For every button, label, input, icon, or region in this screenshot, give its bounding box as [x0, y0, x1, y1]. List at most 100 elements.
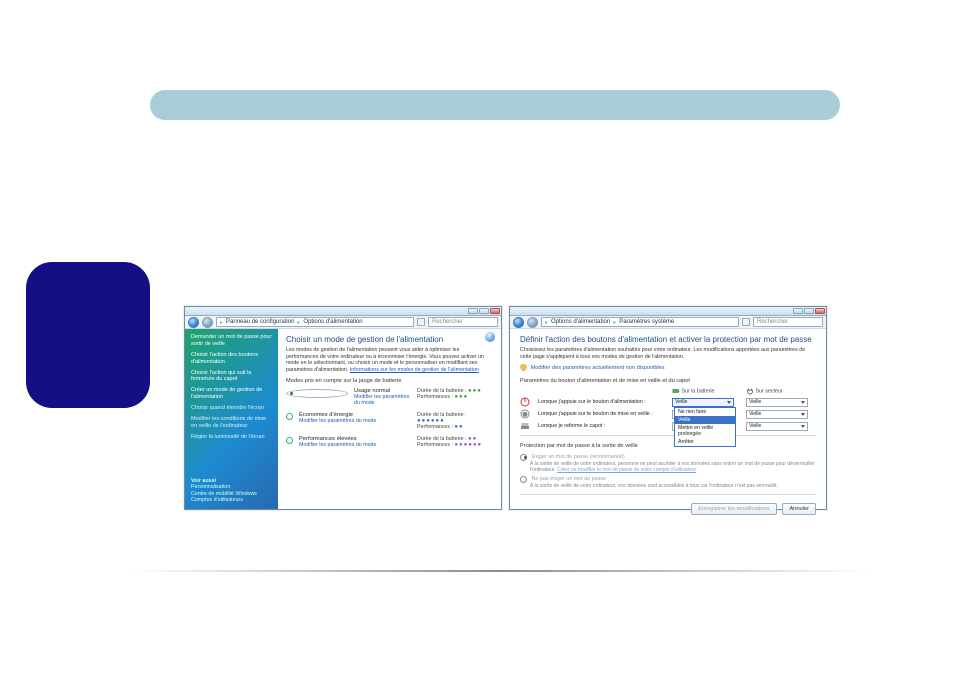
content-pane: Choisir un mode de gestion de l'alimenta…: [278, 329, 501, 509]
sidebar-item[interactable]: Choisir quand éteindre l'écran: [191, 405, 272, 412]
help-icon[interactable]: ?: [485, 332, 495, 342]
minimize-button[interactable]: [793, 308, 803, 314]
shield-icon: [520, 364, 527, 371]
sleep-button-icon: [520, 409, 530, 419]
decorative-banner: [150, 90, 840, 120]
nav-forward-button[interactable]: [527, 317, 538, 328]
button-action-table: Sur la batterie Sur secteur Lorsque j'ap…: [520, 387, 816, 431]
titlebar: [185, 307, 501, 316]
breadcrumb-item[interactable]: Options d'alimentation: [551, 319, 610, 325]
dropdown-option[interactable]: Mettre en veille prolongée: [675, 424, 735, 438]
sleep-button-ac-select[interactable]: Veille: [746, 410, 808, 419]
maximize-button[interactable]: [479, 308, 489, 314]
breadcrumb-root-icon: ▸: [220, 319, 223, 326]
decorative-badge: [26, 262, 150, 408]
search-input[interactable]: Rechercher: [428, 317, 498, 327]
separator: [520, 494, 816, 495]
col-plugged: Sur secteur: [746, 387, 816, 395]
option-radio: [520, 454, 527, 461]
no-password-option: Ne pas exiger un mot de passe À la sorti…: [520, 476, 816, 489]
require-password-option: Exiger un mot de passe (recommandé) À la…: [520, 454, 816, 473]
power-button-ac-select[interactable]: Veille: [746, 398, 808, 407]
change-plan-link[interactable]: Modifier les paramètres du mode: [299, 418, 411, 424]
breadcrumb[interactable]: ▸ Options d'alimentation ▸ Paramètres sy…: [541, 317, 739, 327]
row-label: Lorsque je referme le capot :: [538, 423, 668, 429]
breadcrumb-item[interactable]: Paramètres système: [619, 319, 674, 325]
info-link[interactable]: Informations sur les modes de gestion de…: [350, 367, 479, 373]
performance-indicator: ●●●●●●: [454, 442, 482, 448]
power-plan: Économies d'énergie Modifier les paramèt…: [286, 412, 493, 430]
chevron-right-icon: ▸: [613, 319, 616, 326]
address-row: ▸ Panneau de configuration ▸ Options d'a…: [185, 316, 501, 329]
breadcrumb-root-icon: ▸: [545, 319, 548, 326]
performance-label: Performances :: [417, 394, 453, 400]
power-plan-list: Usage normal Modifier les paramètres du …: [286, 388, 493, 448]
plug-icon: [746, 387, 754, 395]
row-label: Lorsque j'appuie sur le bouton de mise e…: [538, 411, 668, 417]
window-system-settings: ▸ Options d'alimentation ▸ Paramètres sy…: [509, 306, 827, 510]
power-plan: Performances élevées Modifier les paramè…: [286, 436, 493, 448]
performance-indicator: ●●●: [454, 394, 468, 400]
sidebar-item[interactable]: Demander un mot de passe pour sortir de …: [191, 334, 272, 348]
option-radio: [520, 476, 527, 483]
sidebar-item[interactable]: Créer un mode de gestion de l'alimentati…: [191, 387, 272, 401]
power-button-battery-select[interactable]: Veille: [672, 398, 734, 407]
titlebar: [510, 307, 826, 316]
plan-radio[interactable]: [286, 437, 293, 444]
plans-heading: Modes pris en compte sur la jauge de bat…: [286, 378, 493, 384]
separator: [520, 435, 816, 436]
sidebar-item[interactable]: Choisir l'action qui suit la fermeture d…: [191, 370, 272, 384]
decorative-rule: [130, 570, 870, 572]
col-battery: Sur la batterie: [672, 387, 742, 395]
select-dropdown[interactable]: Ne rien faire Veille Mettre en veille pr…: [674, 407, 736, 447]
page-title: Définir l'action des boutons d'alimentat…: [520, 335, 816, 344]
group-heading: Protection par mot de passe à la sortie …: [520, 443, 816, 449]
dropdown-option[interactable]: Veille: [675, 416, 735, 424]
dialog-buttons: Enregistrer les modifications Annuler: [520, 499, 816, 515]
see-also-heading: Voir aussi: [191, 478, 272, 485]
see-also-item[interactable]: Comptes d'utilisateurs: [191, 497, 272, 504]
maximize-button[interactable]: [804, 308, 814, 314]
content-pane: Définir l'action des boutons d'alimentat…: [510, 329, 826, 518]
see-also-item[interactable]: Centre de mobilité Windows: [191, 491, 272, 498]
power-plan: Usage normal Modifier les paramètres du …: [286, 388, 493, 406]
save-button[interactable]: Enregistrer les modifications: [691, 503, 776, 515]
group-heading: Paramètres du bouton d'alimentation et d…: [520, 378, 816, 384]
breadcrumb-item[interactable]: Panneau de configuration: [226, 319, 294, 325]
close-button[interactable]: [815, 308, 825, 314]
nav-back-button[interactable]: [188, 317, 199, 328]
unlock-settings-link[interactable]: Modifier des paramètres actuellement non…: [520, 364, 816, 371]
breadcrumb[interactable]: ▸ Panneau de configuration ▸ Options d'a…: [216, 317, 414, 327]
tasks-sidebar: Demander un mot de passe pour sortir de …: [185, 329, 278, 509]
sidebar-item[interactable]: Régler la luminosité de l'écran: [191, 434, 272, 441]
address-row: ▸ Options d'alimentation ▸ Paramètres sy…: [510, 316, 826, 329]
nav-forward-button[interactable]: [202, 317, 213, 328]
battery-indicator: ●●●: [468, 388, 482, 394]
sidebar-item[interactable]: Modifier les conditions de mise en veill…: [191, 416, 272, 430]
address-dropdown[interactable]: [417, 318, 425, 326]
change-plan-link[interactable]: Modifier les paramètres du mode: [354, 394, 411, 406]
plan-radio[interactable]: [286, 413, 293, 420]
page-title: Choisir un mode de gestion de l'alimenta…: [286, 335, 493, 344]
address-dropdown[interactable]: [742, 318, 750, 326]
row-label: Lorsque j'appuie sur le bouton d'aliment…: [538, 399, 668, 405]
cancel-button[interactable]: Annuler: [782, 503, 816, 515]
change-password-link[interactable]: Créer ou modifier le mot de passe de vot…: [557, 467, 696, 473]
search-input[interactable]: Rechercher: [753, 317, 823, 327]
change-plan-link[interactable]: Modifier les paramètres du mode: [299, 442, 411, 448]
battery-icon: [672, 387, 680, 395]
page-description: Les modes de gestion de l'alimentation p…: [286, 347, 493, 373]
sidebar-item[interactable]: Choisir l'action des boutons d'alimentat…: [191, 352, 272, 366]
nav-back-button[interactable]: [513, 317, 524, 328]
dropdown-option[interactable]: Arrêter: [675, 438, 735, 446]
minimize-button[interactable]: [468, 308, 478, 314]
performance-label: Performances :: [417, 442, 453, 448]
close-button[interactable]: [490, 308, 500, 314]
power-button-icon: [520, 397, 530, 407]
dropdown-option[interactable]: Ne rien faire: [675, 408, 735, 416]
see-also-item[interactable]: Personnalisation: [191, 484, 272, 491]
breadcrumb-item[interactable]: Options d'alimentation: [303, 319, 362, 325]
lid-ac-select[interactable]: Veille: [746, 422, 808, 431]
plan-radio[interactable]: [286, 389, 348, 398]
window-power-options: ▸ Panneau de configuration ▸ Options d'a…: [184, 306, 502, 510]
